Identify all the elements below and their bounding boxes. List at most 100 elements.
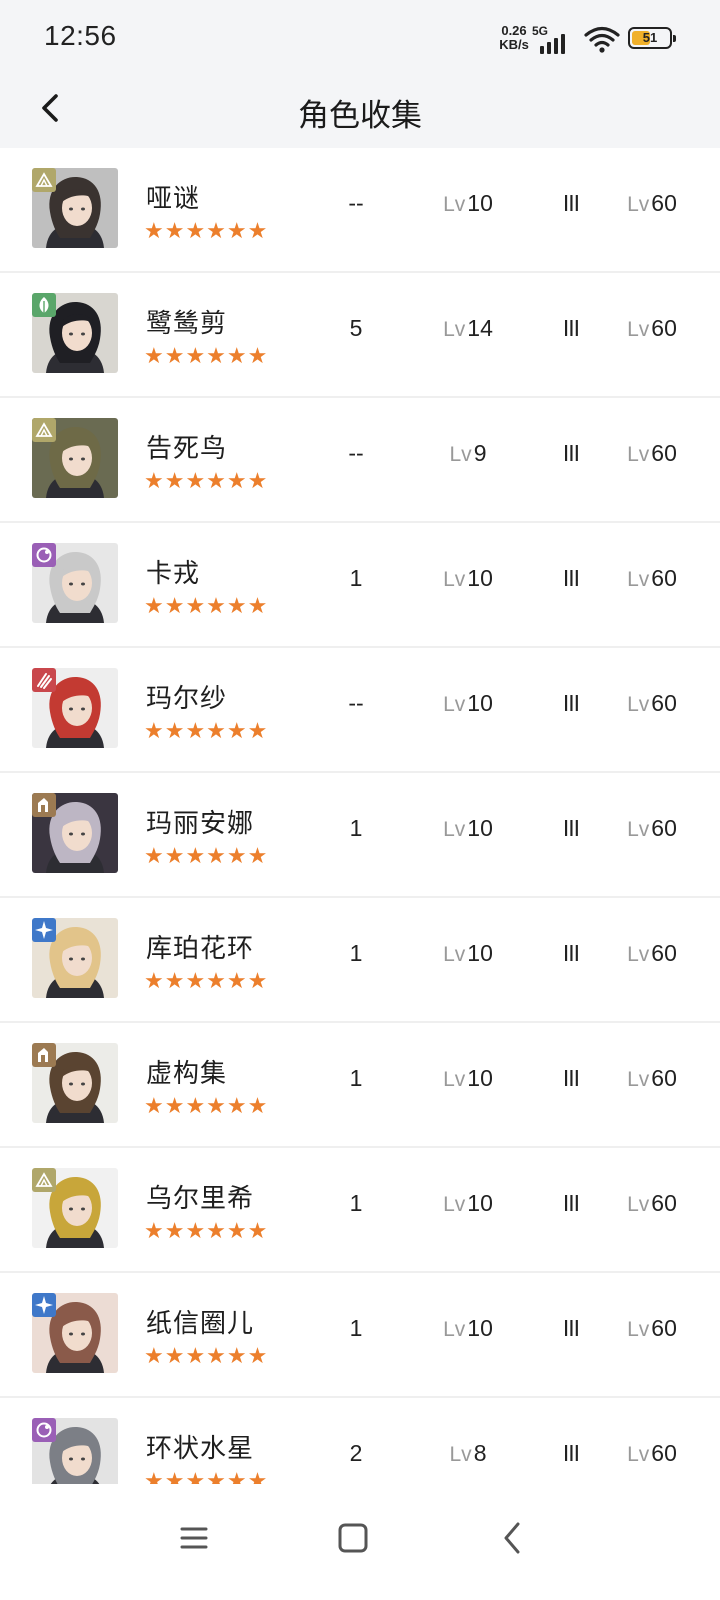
portrait-count: 1	[349, 1190, 363, 1216]
home-icon	[338, 1523, 368, 1553]
character-row[interactable]: 卡戎 ★★★★★★ 1 Lv10 III Lv60	[0, 523, 720, 648]
level-value: 14	[467, 315, 493, 341]
character-row[interactable]: 库珀花环 ★★★★★★ 1 Lv10 III Lv60	[0, 898, 720, 1023]
menu-button[interactable]	[164, 1508, 224, 1568]
character-row[interactable]: 玛尔纱 ★★★★★★ -- Lv10 III Lv60	[0, 648, 720, 773]
max-level: Lv60	[614, 1190, 690, 1217]
character-row[interactable]: 纸信圈儿 ★★★★★★ 1 Lv10 III Lv60	[0, 1273, 720, 1398]
character-row[interactable]: 鹭鸶剪 ★★★★★★ 5 Lv14 III Lv60	[0, 273, 720, 398]
character-name: 乌尔里希	[146, 1183, 255, 1213]
level-value: 10	[467, 190, 493, 216]
spirit-icon	[32, 1418, 56, 1442]
battery-icon: 51	[628, 27, 676, 49]
system-back-button[interactable]	[482, 1508, 542, 1568]
max-level-prefix: Lv	[627, 1318, 650, 1341]
portrait-count: 1	[349, 565, 363, 591]
rarity-stars: ★★★★★★	[144, 1218, 269, 1243]
current-level: Lv10	[412, 815, 524, 842]
portrait-count: --	[348, 440, 364, 466]
character-name: 虚构集	[146, 1058, 228, 1088]
status-bar: 12:56 0.26 KB/s 5G 51	[0, 0, 720, 76]
insight-rank: III	[562, 440, 580, 466]
clock: 12:56	[44, 20, 117, 51]
max-level-prefix: Lv	[627, 693, 650, 716]
character-row[interactable]: 虚构集 ★★★★★★ 1 Lv10 III Lv60	[0, 1023, 720, 1148]
max-level-prefix: Lv	[627, 943, 650, 966]
network-speed-value: 0.26	[501, 23, 527, 38]
level-prefix: Lv	[443, 943, 466, 966]
max-level: Lv60	[614, 1315, 690, 1342]
rarity-stars: ★★★★★★	[144, 1343, 269, 1368]
level-value: 10	[467, 565, 493, 591]
character-name: 环状水星	[146, 1433, 255, 1463]
portrait-count: --	[348, 190, 364, 216]
portrait-count: --	[348, 690, 364, 716]
home-button[interactable]	[323, 1508, 383, 1568]
insight-rank: III	[562, 690, 580, 716]
level-prefix: Lv	[443, 818, 466, 841]
level-value: 10	[467, 1190, 493, 1216]
max-level: Lv60	[614, 440, 690, 467]
wifi-icon	[584, 26, 620, 54]
max-level-value: 60	[651, 440, 677, 466]
level-value: 9	[473, 440, 487, 466]
plant-icon	[32, 293, 56, 317]
insight-rank: III	[562, 565, 580, 591]
app-header: 角色收集	[0, 76, 720, 148]
character-row[interactable]: 告死鸟 ★★★★★★ -- Lv9 III Lv60	[0, 398, 720, 523]
current-level: Lv8	[412, 1440, 524, 1467]
character-row[interactable]: 乌尔里希 ★★★★★★ 1 Lv10 III Lv60	[0, 1148, 720, 1273]
max-level: Lv60	[614, 315, 690, 342]
max-level-value: 60	[651, 565, 677, 591]
max-level-prefix: Lv	[627, 1068, 650, 1091]
level-prefix: Lv	[443, 1068, 466, 1091]
character-name: 告死鸟	[146, 433, 228, 463]
portrait-count: 1	[349, 1065, 363, 1091]
max-level: Lv60	[614, 1440, 690, 1467]
rarity-stars: ★★★★★★	[144, 1093, 269, 1118]
max-level-value: 60	[651, 690, 677, 716]
level-prefix: Lv	[443, 1193, 466, 1216]
current-level: Lv10	[412, 940, 524, 967]
current-level: Lv10	[412, 1190, 524, 1217]
beast-icon	[32, 668, 56, 692]
max-level-prefix: Lv	[627, 443, 650, 466]
insight-rank: III	[562, 940, 580, 966]
max-level-prefix: Lv	[627, 193, 650, 216]
star-icon	[32, 1293, 56, 1317]
max-level-prefix: Lv	[627, 568, 650, 591]
rarity-stars: ★★★★★★	[144, 218, 269, 243]
current-level: Lv10	[412, 190, 524, 217]
signal-icon	[540, 30, 576, 54]
max-level-prefix: Lv	[627, 1443, 650, 1466]
portrait-count: 2	[349, 1440, 363, 1466]
current-level: Lv10	[412, 1065, 524, 1092]
rarity-stars: ★★★★★★	[144, 718, 269, 743]
max-level: Lv60	[614, 940, 690, 967]
rarity-stars: ★★★★★★	[144, 593, 269, 618]
insight-rank: III	[562, 315, 580, 341]
character-row[interactable]: 玛丽安娜 ★★★★★★ 1 Lv10 III Lv60	[0, 773, 720, 898]
battery-level: 51	[642, 30, 658, 45]
max-level-value: 60	[651, 190, 677, 216]
max-level: Lv60	[614, 1065, 690, 1092]
insight-rank: III	[562, 1440, 580, 1466]
character-name: 纸信圈儿	[146, 1308, 255, 1338]
character-name: 卡戎	[146, 558, 201, 588]
character-list[interactable]: 哑谜 ★★★★★★ -- Lv10 III Lv60 鹭鸶剪 ★★★★★★ 5 Lv14 III Lv…	[0, 148, 720, 1508]
mineral-icon	[32, 168, 56, 192]
character-name: 哑谜	[146, 183, 201, 213]
current-level: Lv9	[412, 440, 524, 467]
rarity-stars: ★★★★★★	[144, 843, 269, 868]
rarity-stars: ★★★★★★	[144, 343, 269, 368]
character-name: 玛尔纱	[146, 683, 228, 713]
level-value: 10	[467, 1315, 493, 1341]
intellect-icon	[32, 1043, 56, 1067]
intellect-icon	[32, 793, 56, 817]
max-level: Lv60	[614, 190, 690, 217]
portrait-count: 1	[349, 1315, 363, 1341]
mineral-icon	[32, 1168, 56, 1192]
insight-rank: III	[562, 1065, 580, 1091]
character-row[interactable]: 哑谜 ★★★★★★ -- Lv10 III Lv60	[0, 148, 720, 273]
current-level: Lv10	[412, 565, 524, 592]
